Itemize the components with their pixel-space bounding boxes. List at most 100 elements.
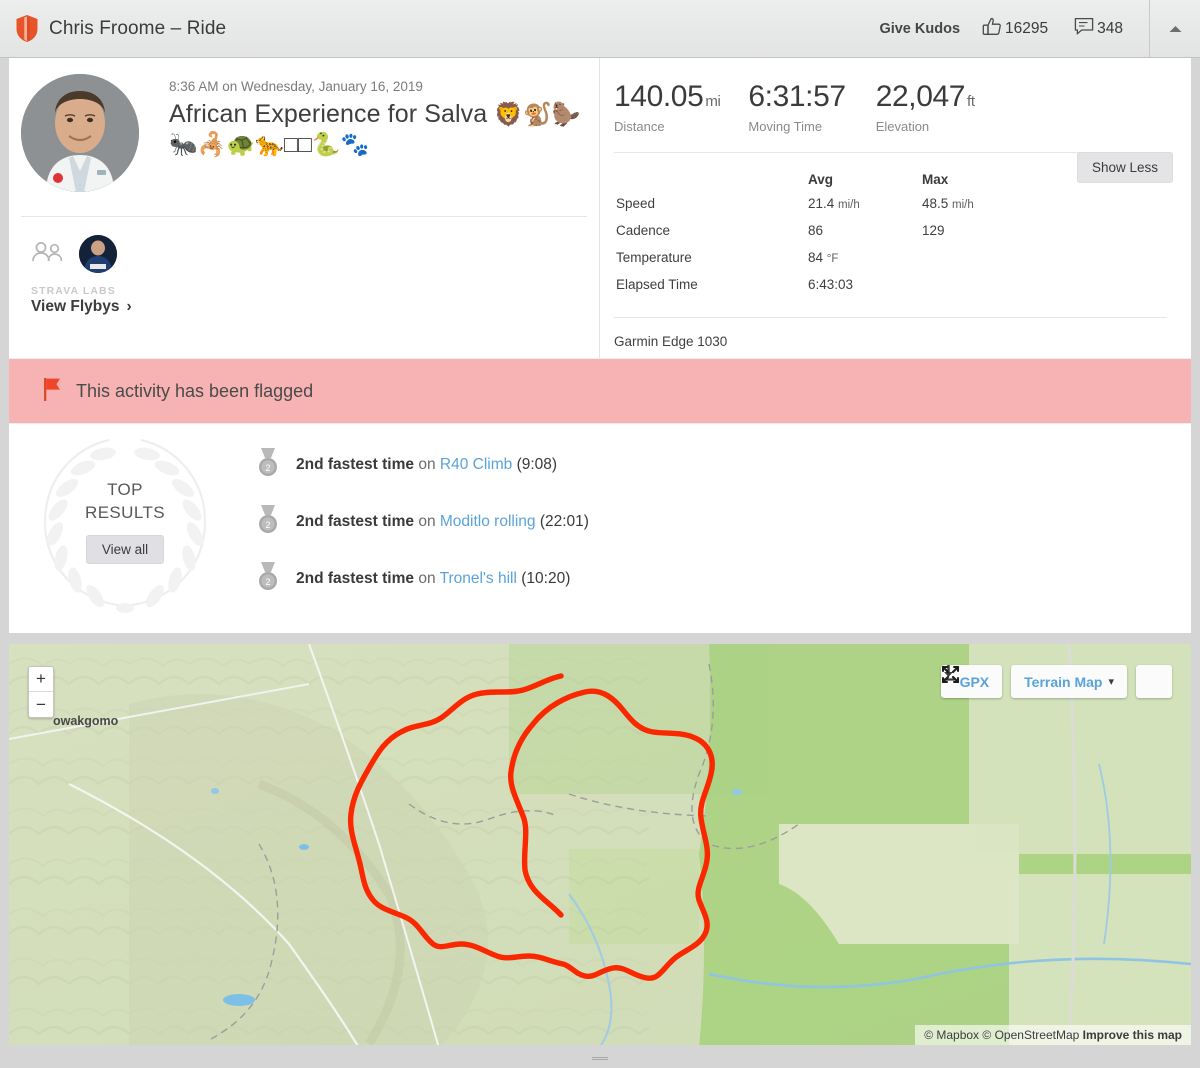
achievement-on: on [418, 569, 436, 587]
achievement-segment-link[interactable]: Tronel's hill [440, 570, 517, 587]
stat-row-name: Elapsed Time [616, 277, 698, 292]
achievement-text: 2nd fastest time on Moditlo rolling (22:… [296, 513, 589, 531]
activity-title-block: 8:36 AM on Wednesday, January 16, 2019 A… [139, 74, 581, 192]
top-results-heading: TOP RESULTS [85, 479, 165, 525]
athlete-row: 8:36 AM on Wednesday, January 16, 2019 A… [9, 58, 599, 192]
window-title: Chris Froome – Ride [49, 17, 227, 39]
activity-stats-column: 140.05 mi Distance 6:31:57 Moving Time 22… [600, 58, 1191, 358]
achievement-time: (10:20) [521, 569, 571, 587]
activity-left-column: 8:36 AM on Wednesday, January 16, 2019 A… [9, 58, 600, 358]
top-results-line2: RESULTS [85, 502, 165, 522]
table-row: Temperature 84 °F [616, 245, 1052, 270]
table-row: Speed 21.4 mi/h 48.5 mi/h [616, 191, 1052, 216]
activity-top-region: 8:36 AM on Wednesday, January 16, 2019 A… [9, 58, 1191, 358]
route-map-panel[interactable]: owakgomo galatsana Alverton Burgersfort … [0, 641, 1200, 1045]
list-item[interactable]: 2 2nd fastest time on R40 Climb (9:08) [241, 436, 1191, 493]
detailed-stats-table: Avg Max Speed 21.4 mi/h 48.5 mi/h Cadenc… [614, 165, 1054, 299]
achievement-segment-link[interactable]: Moditlo rolling [440, 513, 536, 530]
stat-row-avg: 86 [808, 223, 824, 238]
svg-text:2: 2 [265, 463, 270, 473]
flybys-avatars [31, 235, 599, 273]
show-less-button[interactable]: Show Less [1076, 152, 1173, 183]
stat-distance: 140.05 mi Distance [614, 80, 721, 134]
strava-activity-window: Chris Froome – Ride Give Kudos 16295 348… [0, 0, 1200, 1068]
svg-text:2: 2 [265, 577, 270, 587]
chevron-right-icon: › [126, 298, 132, 315]
window-resize-grip[interactable] [0, 1048, 1200, 1068]
stat-row-max-unit: mi/h [952, 199, 974, 211]
gpx-label: GPX [959, 673, 990, 690]
achievement-text: 2nd fastest time on Tronel's hill (10:20… [296, 570, 570, 588]
stat-moving-time: 6:31:57 Moving Time [748, 80, 847, 134]
achievement-segment-link[interactable]: R40 Climb [440, 456, 512, 473]
stat-row-avg: 21.4 [808, 196, 835, 211]
kudos-count: 16295 [1005, 19, 1049, 37]
achievement-rank: 2nd fastest time [296, 512, 415, 530]
stat-distance-value: 140.05 [614, 80, 704, 113]
stat-row-name: Cadence [616, 223, 671, 238]
achievement-rank: 2nd fastest time [296, 569, 415, 587]
title-bar-right: Give Kudos 16295 348 [879, 0, 1200, 58]
stat-elevation-value: 22,047 [875, 80, 966, 113]
thumbs-up-icon [982, 17, 1002, 41]
table-row: Elapsed Time 6:43:03 [616, 272, 1052, 297]
top-results-badge: TOP RESULTS View all [9, 424, 241, 619]
resize-grip-lines [592, 1056, 608, 1060]
activity-title[interactable]: African Experience for Salva 🦁🐒🦫 🐜🦂🐢🐆□□🐍… [169, 99, 581, 158]
view-all-button[interactable]: View all [85, 535, 165, 565]
activity-title-emoji-line1: 🦁🐒🦫 [494, 101, 581, 127]
map-canvas[interactable]: owakgomo galatsana Alverton Burgersfort … [9, 644, 1191, 1045]
svg-text:2: 2 [265, 520, 270, 530]
attribution-osm: © OpenStreetMap [982, 1028, 1080, 1042]
stat-row-name: Temperature [616, 250, 692, 265]
stat-row-max: 48.5 [922, 196, 949, 211]
stat-moving-time-value: 6:31:57 [748, 80, 846, 113]
comment-bubble-icon [1074, 17, 1094, 40]
map-tiles [9, 644, 1191, 1045]
list-item[interactable]: 2 2nd fastest time on Moditlo rolling (2… [241, 493, 1191, 550]
stats-header-max: Max [922, 172, 949, 187]
stat-row-avg-unit: °F [826, 253, 839, 265]
kudos-count-group[interactable]: 16295 [982, 17, 1074, 41]
map-toolbar: GPX Terrain Map ▾ [940, 665, 1172, 698]
silver-medal-2-icon: 2 [255, 561, 281, 596]
map-type-label: Terrain Map [1024, 673, 1103, 690]
stat-moving-time-label: Moving Time [748, 119, 823, 134]
silver-medal-2-icon: 2 [255, 447, 281, 482]
achievement-time: (9:08) [516, 455, 558, 473]
map-fullscreen-button[interactable] [941, 665, 1172, 698]
flybys-section: STRAVA LABS View Flybys › [9, 217, 599, 316]
collapse-panel-button[interactable] [1150, 0, 1200, 58]
silver-medal-2-icon: 2 [255, 504, 281, 539]
stats-header-row: Avg Max [616, 167, 1052, 189]
activity-title-text: African Experience for Salva [169, 100, 488, 128]
strava-labs-label: STRAVA LABS [31, 285, 116, 297]
improve-this-map-link[interactable]: Improve this map [1083, 1028, 1182, 1042]
stat-row-name: Speed [616, 196, 656, 211]
map-zoom-in-button[interactable]: + [29, 667, 53, 692]
map-zoom-out-button[interactable]: − [29, 692, 53, 717]
attribution-mapbox: © Mapbox [924, 1028, 980, 1042]
comment-count-group[interactable]: 348 [1074, 17, 1149, 40]
primary-stats: 140.05 mi Distance 6:31:57 Moving Time 22… [614, 80, 1167, 134]
flagged-banner: This activity has been flagged [9, 358, 1191, 423]
give-kudos-button[interactable]: Give Kudos [879, 21, 982, 37]
flagged-banner-text: This activity has been flagged [76, 380, 314, 401]
map-attribution[interactable]: © Mapbox © OpenStreetMap Improve this ma… [915, 1025, 1191, 1045]
table-row: Cadence 86 129 [616, 218, 1052, 243]
view-flybys-link[interactable]: View Flybys › [31, 298, 599, 316]
title-bar-left: Chris Froome – Ride [0, 15, 226, 42]
list-item[interactable]: 2 2nd fastest time on Tronel's hill (10:… [241, 550, 1191, 607]
comment-count: 348 [1097, 19, 1123, 37]
map-zoom-controls[interactable]: + − [28, 666, 54, 718]
stat-elevation-unit: ft [967, 93, 975, 110]
stats-header-avg: Avg [808, 172, 834, 187]
map-type-dropdown[interactable]: Terrain Map ▾ [1011, 665, 1127, 698]
flyby-athlete-avatar[interactable] [79, 235, 117, 273]
stat-elevation-label: Elevation [875, 119, 930, 134]
stat-row-avg: 6:43:03 [808, 277, 854, 292]
achievement-rank: 2nd fastest time [296, 455, 415, 473]
athlete-avatar[interactable] [21, 74, 139, 192]
achievement-time: (22:01) [539, 512, 589, 530]
stat-distance-label: Distance [614, 119, 665, 134]
